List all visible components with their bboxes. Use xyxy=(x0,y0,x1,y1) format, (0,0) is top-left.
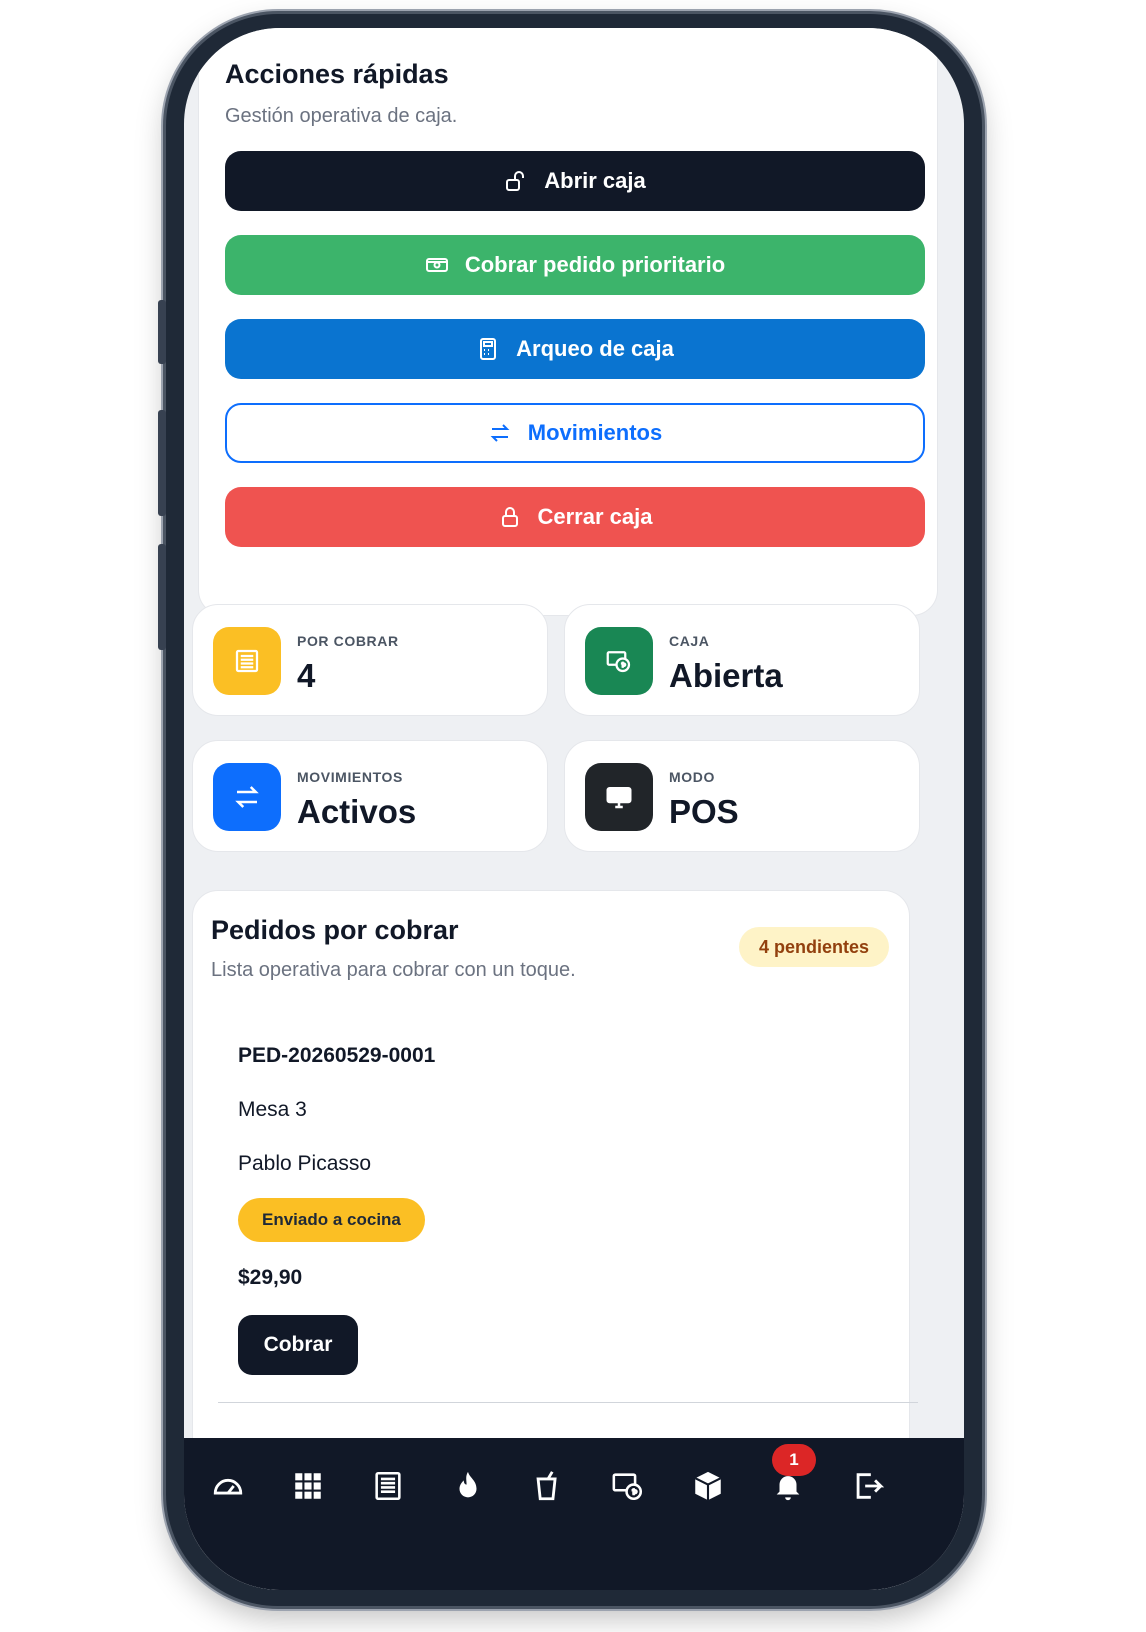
charge-order-button[interactable]: Cobrar xyxy=(238,1315,358,1375)
quick-actions-subtitle: Gestión operativa de caja. xyxy=(225,105,458,127)
open-register-button[interactable]: Abrir caja xyxy=(225,151,925,211)
quick-actions-card: Acciones rápidas Gestión operativa de ca… xyxy=(198,28,938,616)
cash-icon xyxy=(425,258,448,272)
order-table: Mesa 3 xyxy=(238,1098,307,1121)
logout-icon xyxy=(856,1473,885,1499)
phone-screen: Acciones rápidas Gestión operativa de ca… xyxy=(184,28,964,1590)
close-register-button[interactable]: Cerrar caja xyxy=(225,487,925,547)
stat-label: CAJA xyxy=(669,633,710,649)
order-divider xyxy=(218,1402,918,1403)
order-code: PED-20260529-0001 xyxy=(238,1044,436,1067)
stat-label: MOVIMIENTOS xyxy=(297,769,403,785)
charge-priority-order-button[interactable]: Cobrar pedido prioritario xyxy=(225,235,925,295)
arrows-exchange-icon xyxy=(490,424,510,442)
nav-drinks[interactable] xyxy=(528,1466,568,1506)
stat-card-movimientos: MOVIMIENTOS Activos xyxy=(192,740,548,852)
nav-orders[interactable] xyxy=(368,1466,408,1506)
lock-open-icon xyxy=(506,171,525,191)
orders-subtitle: Lista operativa para cobrar con un toque… xyxy=(211,959,576,981)
nav-grid[interactable] xyxy=(288,1466,328,1506)
stat-card-caja: CAJA Abierta xyxy=(564,604,920,716)
nav-kitchen[interactable] xyxy=(448,1466,488,1506)
calculator-icon xyxy=(480,338,497,360)
cash-register-icon xyxy=(585,627,653,695)
order-total: $29,90 xyxy=(238,1266,303,1289)
cash-count-label: Arqueo de caja xyxy=(516,336,674,361)
phone-side-button xyxy=(158,544,166,650)
dashboard-icon xyxy=(213,1478,243,1495)
order-status-badge: Enviado a cocina xyxy=(238,1198,425,1242)
stat-value: 4 xyxy=(297,657,316,694)
lock-icon xyxy=(501,507,518,527)
nav-dashboard[interactable] xyxy=(208,1466,248,1506)
fire-icon xyxy=(459,1471,477,1498)
notification-badge: 1 xyxy=(772,1444,816,1476)
nav-cash[interactable] xyxy=(608,1466,648,1506)
monitor-icon xyxy=(585,763,653,831)
bottom-nav: 1 xyxy=(184,1438,964,1590)
nav-inventory[interactable] xyxy=(688,1466,728,1506)
movements-button[interactable]: Movimientos xyxy=(225,403,925,463)
stat-value: POS xyxy=(669,793,739,830)
order-customer: Pablo Picasso xyxy=(238,1152,372,1175)
close-register-label: Cerrar caja xyxy=(537,504,653,529)
receipt-icon xyxy=(213,627,281,695)
box-icon xyxy=(694,1471,722,1501)
open-register-label: Abrir caja xyxy=(544,168,646,193)
receipt-icon xyxy=(375,1471,401,1501)
orders-title: Pedidos por cobrar xyxy=(211,915,459,945)
stat-value: Activos xyxy=(297,793,417,830)
phone-side-button xyxy=(158,410,166,516)
stat-value: Abierta xyxy=(669,657,783,694)
phone-side-button xyxy=(158,300,166,364)
charge-priority-order-label: Cobrar pedido prioritario xyxy=(464,252,726,277)
arrows-exchange-icon xyxy=(213,763,281,831)
stat-card-modo: MODO POS xyxy=(564,740,920,852)
stat-label: MODO xyxy=(669,769,715,785)
pending-count-badge: 4 pendientes xyxy=(738,927,889,967)
grid-icon xyxy=(295,1473,321,1499)
cash-count-button[interactable]: Arqueo de caja xyxy=(225,319,925,379)
movements-label: Movimientos xyxy=(527,420,663,445)
quick-actions-title: Acciones rápidas xyxy=(225,59,449,89)
nav-logout[interactable] xyxy=(848,1466,888,1506)
stat-label: POR COBRAR xyxy=(297,633,399,649)
stat-card-por-cobrar: POR COBRAR 4 xyxy=(192,604,548,716)
cash-register-icon xyxy=(612,1473,643,1501)
cup-icon xyxy=(536,1471,557,1501)
